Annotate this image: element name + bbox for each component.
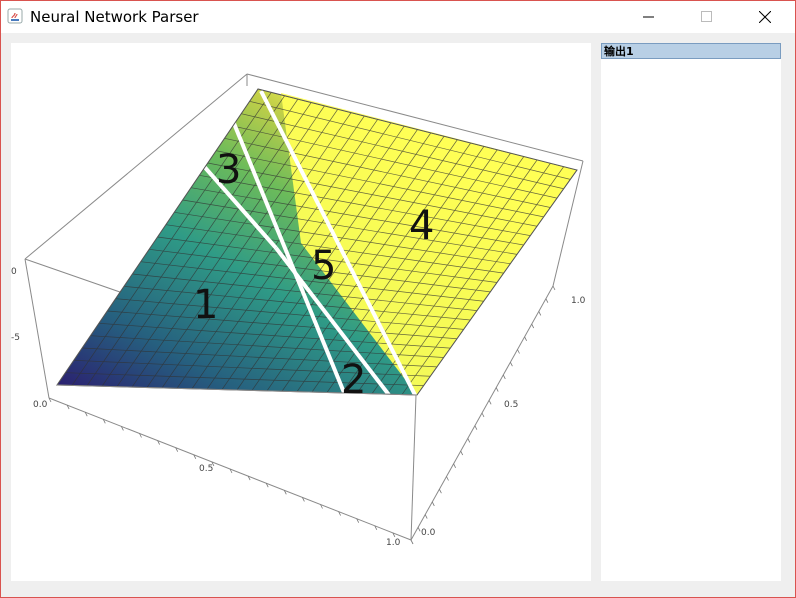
x-tick-1: 1.0: [386, 538, 401, 548]
y-tick-1: 1.0: [571, 296, 586, 306]
axis-tick: [460, 450, 464, 456]
axis-tick: [524, 336, 527, 341]
java-app-icon: [7, 8, 23, 24]
y-tick-0: 0.0: [421, 528, 436, 538]
axis-tick: [467, 438, 471, 443]
maximize-button[interactable]: [684, 1, 730, 33]
x-tick-05: 0.5: [199, 464, 213, 474]
content-area: 1 2 3 4 5 0 -5 0.0 0.5 1.0 0.0 0.5 1.0 输…: [1, 33, 795, 597]
window-title: Neural Network Parser: [30, 8, 199, 26]
axis-tick: [545, 298, 549, 303]
plot-panel: 1 2 3 4 5 0 -5 0.0 0.5 1.0 0.0 0.5 1.0: [11, 43, 591, 581]
axis-tick: [424, 514, 428, 519]
axis-tick: [552, 285, 556, 291]
axis-tick: [517, 349, 520, 354]
maximize-icon: [701, 11, 712, 22]
x-tick-0: 0.0: [33, 400, 48, 410]
region-label-2: 2: [341, 357, 366, 403]
axis-tick: [410, 539, 414, 545]
app-window: Neural Network Parser 1 2 3 4 5 0 -5 0.0…: [0, 0, 796, 598]
axis-tick: [431, 501, 435, 507]
axis-tick: [538, 311, 542, 316]
axis-tick: [417, 527, 421, 532]
minimize-icon: [643, 16, 654, 18]
axis-tick: [502, 374, 506, 380]
z-tick-0: 0: [11, 267, 17, 277]
axis-tick: [481, 412, 485, 418]
z-axis: 0 -5: [11, 267, 20, 343]
axis-tick: [510, 362, 513, 367]
close-icon: [759, 11, 771, 23]
axis-tick: [488, 400, 492, 405]
output-list-item-selected[interactable]: 输出1: [601, 43, 781, 59]
surface-plot[interactable]: 1 2 3 4 5 0 -5 0.0 0.5 1.0 0.0 0.5 1.0: [11, 43, 591, 581]
surface: [56, 88, 578, 397]
close-button[interactable]: [742, 1, 788, 33]
y-tick-05: 0.5: [504, 400, 518, 410]
region-label-5: 5: [311, 243, 336, 289]
axis-tick: [446, 476, 449, 481]
axis-tick: [531, 323, 535, 329]
x-axis: 0.0 0.5 1.0: [33, 400, 401, 548]
axis-tick: [439, 489, 442, 494]
output-list-panel[interactable]: 输出1: [601, 43, 781, 581]
region-label-4: 4: [409, 203, 434, 249]
axis-tick: [474, 425, 478, 430]
region-label-3: 3: [216, 147, 241, 193]
z-tick-minus5: -5: [11, 333, 20, 343]
title-bar[interactable]: Neural Network Parser: [1, 1, 795, 33]
region-label-1: 1: [193, 282, 218, 328]
minimize-button[interactable]: [626, 1, 672, 33]
axis-tick: [453, 463, 456, 468]
axis-tick: [495, 387, 499, 392]
